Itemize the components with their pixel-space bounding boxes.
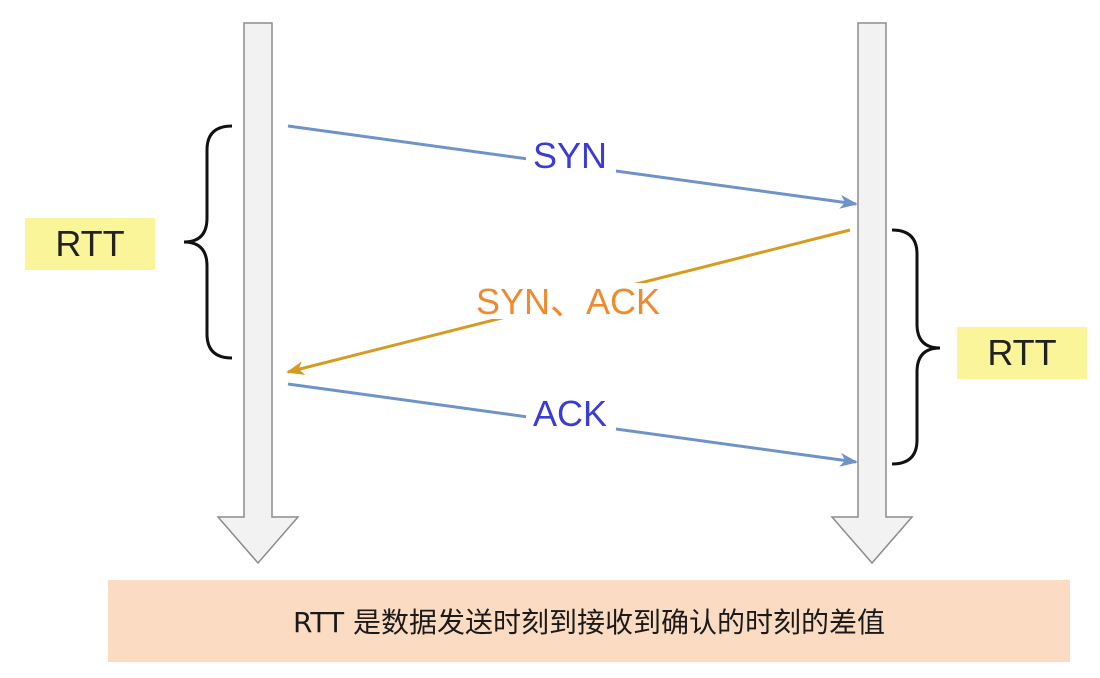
synack-label: SYN、ACK bbox=[476, 281, 660, 322]
diagram-canvas: SYN SYN、ACK ACK RTT RTT RTT 是数据发送时刻到接收到确… bbox=[0, 0, 1100, 678]
ack-label: ACK bbox=[533, 393, 607, 434]
tcp-handshake-diagram: SYN SYN、ACK ACK bbox=[183, 22, 941, 565]
right-rtt-brace bbox=[891, 228, 941, 466]
rtt-label-left: RTT bbox=[25, 218, 155, 270]
syn-label: SYN bbox=[533, 135, 607, 176]
client-timeline bbox=[216, 22, 300, 565]
server-timeline bbox=[830, 22, 914, 565]
rtt-label-right: RTT bbox=[957, 327, 1087, 379]
rtt-label-right-text: RTT bbox=[987, 332, 1057, 373]
left-rtt-brace bbox=[183, 124, 233, 360]
caption-box: RTT 是数据发送时刻到接收到确认的时刻的差值 bbox=[108, 580, 1070, 662]
caption-text: RTT 是数据发送时刻到接收到确认的时刻的差值 bbox=[292, 606, 886, 639]
rtt-label-left-text: RTT bbox=[55, 223, 125, 264]
